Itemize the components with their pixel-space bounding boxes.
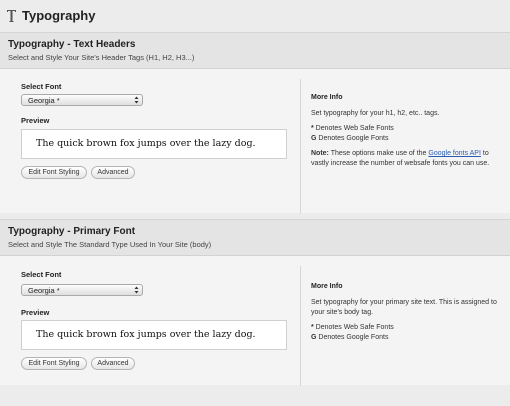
font-select[interactable]: Georgia *: [21, 94, 143, 106]
note-text-before: These options make use of the: [328, 150, 429, 157]
page-title: Typography: [22, 8, 96, 23]
section-header: Typography - Text Headers Select and Sty…: [0, 33, 510, 69]
legend-websafe: * Denotes Web Safe Fonts: [311, 323, 501, 333]
section-divider: [300, 266, 301, 386]
font-select[interactable]: Georgia *: [21, 284, 143, 296]
font-select-value: Georgia *: [28, 96, 60, 105]
websafe-text: Denotes Web Safe Fonts: [313, 324, 394, 331]
font-preview-box: The quick brown fox jumps over the lazy …: [21, 320, 287, 350]
select-arrows-icon: [134, 96, 139, 104]
more-info-title: More Info: [311, 94, 343, 101]
more-info-text: Set typography for your h1, h2, etc.. ta…: [311, 110, 440, 117]
select-font-label: Select Font: [21, 270, 62, 279]
section-header: Typography - Primary Font Select and Sty…: [0, 220, 510, 256]
section-body: Select Font Georgia * Preview The quick …: [0, 69, 510, 219]
font-preview-text: The quick brown fox jumps over the lazy …: [36, 329, 256, 340]
section-description: Select and Style The Standard Type Used …: [8, 240, 212, 249]
font-preview-box: The quick brown fox jumps over the lazy …: [21, 129, 287, 159]
edit-font-styling-button[interactable]: Edit Font Styling: [21, 357, 87, 370]
select-font-label: Select Font: [21, 82, 62, 91]
section-title: Typography - Text Headers: [8, 39, 136, 50]
google-fonts-api-link[interactable]: Google fonts API: [428, 150, 481, 157]
advanced-button[interactable]: Advanced: [91, 357, 135, 370]
more-info-text: Set typography for your primary site tex…: [311, 299, 497, 316]
preview-label: Preview: [21, 308, 50, 317]
legend-google: G Denotes Google Fonts: [311, 134, 501, 144]
note: Note: These options make use of the Goog…: [311, 149, 501, 169]
websafe-text: Denotes Web Safe Fonts: [313, 125, 394, 132]
edit-font-styling-button[interactable]: Edit Font Styling: [21, 166, 87, 179]
select-arrows-icon: [134, 286, 139, 294]
section-text-headers: Typography - Text Headers Select and Sty…: [0, 32, 510, 214]
section-description: Select and Style Your Site's Header Tags…: [8, 53, 195, 62]
google-text: Denotes Google Fonts: [316, 135, 389, 142]
section-title: Typography - Primary Font: [8, 226, 136, 237]
section-primary-font: Typography - Primary Font Select and Sty…: [0, 219, 510, 386]
page-header: Typography: [0, 0, 510, 32]
legend-google: G Denotes Google Fonts: [311, 333, 501, 343]
note-label: Note:: [311, 150, 329, 157]
google-text: Denotes Google Fonts: [316, 334, 389, 341]
typography-icon: [7, 10, 16, 22]
section-divider: [300, 79, 301, 214]
more-info-panel: More Info Set typography for your h1, h2…: [311, 93, 501, 174]
more-info-panel: More Info Set typography for your primar…: [311, 282, 501, 348]
more-info-title: More Info: [311, 283, 343, 290]
legend-websafe: * Denotes Web Safe Fonts: [311, 124, 501, 134]
font-select-value: Georgia *: [28, 286, 60, 295]
advanced-button[interactable]: Advanced: [91, 166, 135, 179]
font-preview-text: The quick brown fox jumps over the lazy …: [36, 138, 256, 149]
preview-label: Preview: [21, 116, 50, 125]
